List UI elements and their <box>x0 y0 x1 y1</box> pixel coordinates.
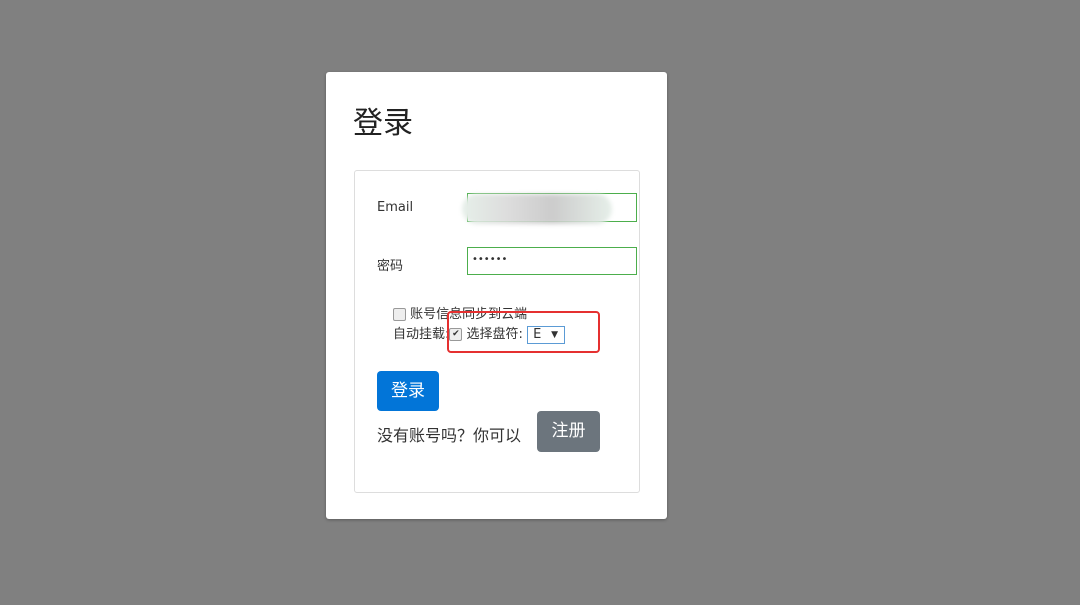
password-input[interactable]: •••••• <box>467 247 637 275</box>
register-button[interactable]: 注册 <box>537 411 600 452</box>
login-card: 登录 Email 密码 •••••• 账号信息同步到云端 自动挂载: ✔ 选择盘符… <box>326 72 667 519</box>
password-label: 密码 <box>377 259 404 274</box>
email-input[interactable] <box>462 193 637 224</box>
email-label: Email <box>377 200 414 215</box>
login-button[interactable]: 登录 <box>377 371 439 411</box>
page-title: 登录 <box>353 106 413 141</box>
blurred-email <box>462 194 612 224</box>
mount-label: 自动挂载: <box>393 327 450 342</box>
sync-checkbox[interactable] <box>393 308 406 321</box>
register-prompt: 没有账号吗？你可以 <box>377 426 522 445</box>
highlight-box <box>447 311 600 353</box>
